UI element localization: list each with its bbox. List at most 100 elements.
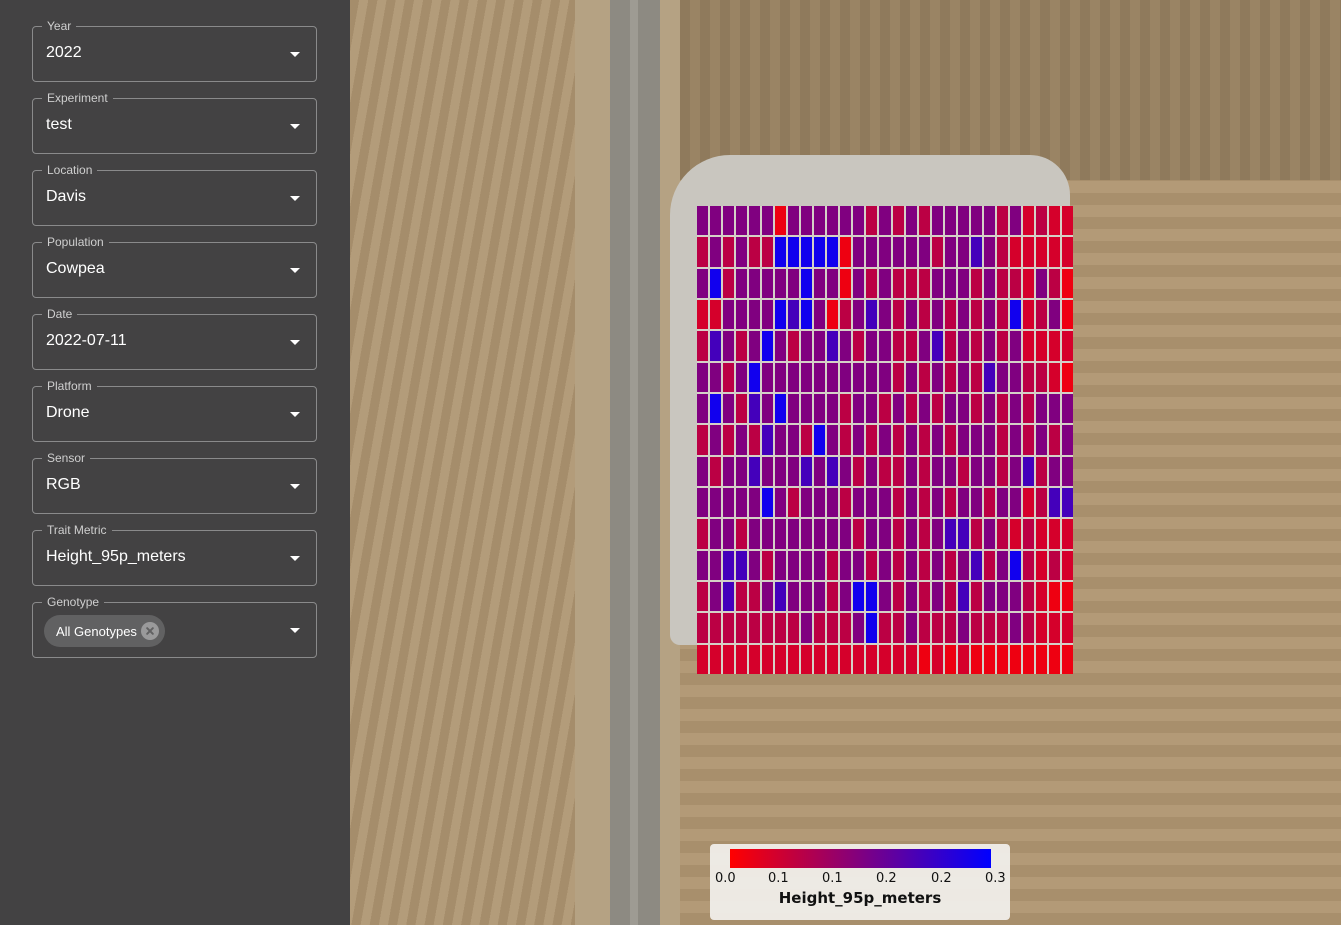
plot-cell[interactable]	[1022, 206, 1034, 236]
plot-cell[interactable]	[996, 206, 1008, 236]
plot-cell[interactable]	[736, 582, 748, 612]
plot-cell[interactable]	[1035, 425, 1047, 455]
plot-cell[interactable]	[1009, 550, 1021, 580]
plot-cell[interactable]	[918, 488, 930, 518]
plot-cell[interactable]	[866, 300, 878, 330]
plot-cell[interactable]	[944, 456, 956, 486]
plot-cell[interactable]	[983, 268, 995, 298]
caret-down-icon[interactable]	[290, 628, 300, 633]
plot-cell[interactable]	[983, 519, 995, 549]
platform-select[interactable]: Platform Drone	[32, 378, 317, 442]
plot-cell[interactable]	[892, 644, 904, 674]
plot-cell[interactable]	[918, 456, 930, 486]
plot-cell[interactable]	[944, 300, 956, 330]
plot-cell[interactable]	[840, 300, 852, 330]
plot-cell[interactable]	[866, 456, 878, 486]
plot-cell[interactable]	[710, 237, 722, 267]
plot-cell[interactable]	[840, 331, 852, 361]
plot-cell[interactable]	[840, 362, 852, 392]
plot-cell[interactable]	[970, 237, 982, 267]
plot-cell[interactable]	[853, 613, 865, 643]
plot-cell[interactable]	[1035, 362, 1047, 392]
sensor-select[interactable]: Sensor RGB	[32, 450, 317, 514]
plot-cell[interactable]	[879, 394, 891, 424]
plot-cell[interactable]	[892, 613, 904, 643]
plot-cell[interactable]	[814, 488, 826, 518]
plot-cell[interactable]	[736, 268, 748, 298]
plot-cell[interactable]	[970, 300, 982, 330]
plot-cell[interactable]	[749, 425, 761, 455]
plot-cell[interactable]	[970, 488, 982, 518]
plot-cell[interactable]	[814, 550, 826, 580]
map-view[interactable]: 0.0 0.1 0.1 0.2 0.2 0.3 Height_95p_meter…	[350, 0, 1341, 925]
plot-cell[interactable]	[866, 268, 878, 298]
plot-cell[interactable]	[814, 331, 826, 361]
plot-cell[interactable]	[944, 488, 956, 518]
plot-cell[interactable]	[827, 644, 839, 674]
plot-cell[interactable]	[788, 488, 800, 518]
plot-cell[interactable]	[866, 331, 878, 361]
plot-cell[interactable]	[892, 331, 904, 361]
year-select[interactable]: Year 2022	[32, 18, 317, 82]
plot-cell[interactable]	[762, 644, 774, 674]
plot-cell[interactable]	[827, 362, 839, 392]
plot-cell[interactable]	[736, 206, 748, 236]
plot-cell[interactable]	[853, 644, 865, 674]
plot-cell[interactable]	[970, 331, 982, 361]
plot-cell[interactable]	[918, 550, 930, 580]
plot-cell[interactable]	[840, 206, 852, 236]
plot-cell[interactable]	[827, 613, 839, 643]
plot-cell[interactable]	[983, 394, 995, 424]
plot-cell[interactable]	[944, 268, 956, 298]
plot-cell[interactable]	[697, 394, 709, 424]
plot-cell[interactable]	[957, 550, 969, 580]
plot-cell[interactable]	[931, 237, 943, 267]
plot-cell[interactable]	[762, 425, 774, 455]
plot-cell[interactable]	[801, 613, 813, 643]
plot-cell[interactable]	[905, 300, 917, 330]
plot-cell[interactable]	[983, 644, 995, 674]
plot-cell[interactable]	[710, 582, 722, 612]
plot-cell[interactable]	[736, 300, 748, 330]
plot-cell[interactable]	[905, 644, 917, 674]
plot-cell[interactable]	[853, 300, 865, 330]
plot-cell[interactable]	[1035, 268, 1047, 298]
plot-cell[interactable]	[1048, 550, 1060, 580]
plot-cell[interactable]	[944, 582, 956, 612]
plot-cell[interactable]	[853, 488, 865, 518]
plot-cell[interactable]	[1061, 613, 1073, 643]
plot-cell[interactable]	[931, 644, 943, 674]
plot-cell[interactable]	[775, 582, 787, 612]
plot-cell[interactable]	[827, 331, 839, 361]
plot-cell[interactable]	[736, 613, 748, 643]
plot-cell[interactable]	[879, 206, 891, 236]
plot-cell[interactable]	[1022, 300, 1034, 330]
plot-cell[interactable]	[1035, 394, 1047, 424]
plot-cell[interactable]	[931, 582, 943, 612]
plot-cell[interactable]	[710, 488, 722, 518]
plot-cell[interactable]	[801, 425, 813, 455]
plot-cell[interactable]	[1022, 268, 1034, 298]
plot-cell[interactable]	[918, 362, 930, 392]
plot-cell[interactable]	[1061, 331, 1073, 361]
plot-cell[interactable]	[697, 425, 709, 455]
plot-cell[interactable]	[879, 268, 891, 298]
plot-cell[interactable]	[801, 519, 813, 549]
plot-cell[interactable]	[1061, 237, 1073, 267]
plot-cell[interactable]	[697, 456, 709, 486]
plot-cell[interactable]	[749, 331, 761, 361]
plot-cell[interactable]	[788, 519, 800, 549]
plot-cell[interactable]	[1022, 488, 1034, 518]
plot-cell[interactable]	[944, 644, 956, 674]
plot-cell[interactable]	[775, 425, 787, 455]
plot-cell[interactable]	[736, 550, 748, 580]
plot-cell[interactable]	[814, 300, 826, 330]
plot-cell[interactable]	[918, 268, 930, 298]
plot-cell[interactable]	[1061, 550, 1073, 580]
plot-cell[interactable]	[710, 362, 722, 392]
plot-cell[interactable]	[1061, 519, 1073, 549]
plot-cell[interactable]	[840, 488, 852, 518]
plot-cell[interactable]	[853, 456, 865, 486]
plot-cell[interactable]	[814, 237, 826, 267]
plot-cell[interactable]	[788, 613, 800, 643]
